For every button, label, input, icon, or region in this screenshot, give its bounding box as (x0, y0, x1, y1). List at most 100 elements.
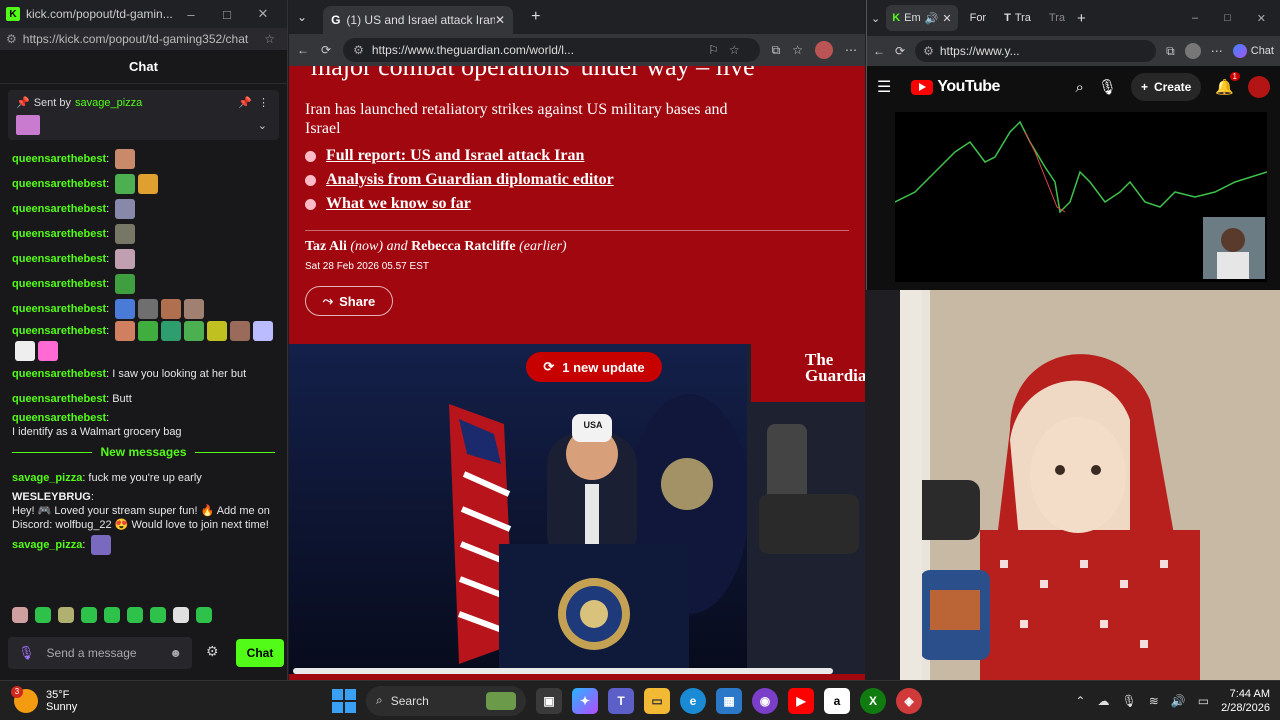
audio-playing-icon[interactable]: 🔊 (925, 12, 939, 25)
profile-avatar-icon[interactable] (1184, 43, 1201, 59)
maximize-icon[interactable]: □ (1224, 12, 1231, 25)
extensions-icon[interactable]: ⧉ (1166, 44, 1175, 59)
more-menu-icon[interactable]: ⋯ (845, 43, 857, 57)
teams-icon[interactable]: T (608, 687, 634, 714)
chat-username[interactable]: queensarethebest (12, 252, 106, 266)
chat-username[interactable]: queensarethebest (12, 152, 106, 166)
close-icon[interactable]: ✕ (1257, 12, 1266, 25)
tab-close-icon[interactable]: ✕ (495, 13, 505, 27)
create-button[interactable]: + Create (1130, 73, 1202, 101)
chat-username[interactable]: queensarethebest (12, 392, 106, 406)
microsoft-store-icon[interactable]: ▦ (716, 687, 742, 714)
reload-icon[interactable]: ⟳ (321, 43, 331, 57)
tab-other[interactable]: Tra (1043, 5, 1071, 31)
microphone-icon[interactable]: 🎙 (1121, 694, 1136, 708)
tab-list-chevron-icon[interactable]: ⌄ (297, 10, 307, 24)
chat-settings-gear-icon[interactable]: ⚙ (206, 643, 219, 660)
emote-button[interactable] (150, 607, 166, 623)
task-view-icon[interactable]: ▣ (536, 687, 562, 714)
tab-close-icon[interactable]: ✕ (942, 12, 951, 25)
chat-username[interactable]: savage_pizza (12, 538, 82, 552)
new-tab-icon[interactable]: + (531, 8, 540, 26)
chat-username[interactable]: queensarethebest (12, 227, 106, 241)
hamburger-menu-icon[interactable]: ☰ (877, 77, 891, 97)
back-arrow-icon[interactable]: ← (873, 44, 885, 58)
chat-username[interactable]: WESLEYBRUG (12, 490, 91, 504)
tab-guardian-article[interactable]: G (1) US and Israel attack Iran as Tru ✕ (323, 6, 514, 34)
chat-message-input[interactable]: 🎙 Send a message ☻ (8, 637, 192, 669)
tab-kick[interactable]: K Em 🔊 ✕ (886, 5, 958, 31)
search-icon[interactable]: ⌕ (1075, 79, 1083, 96)
emote-button[interactable] (173, 607, 189, 623)
youtube-address-bar[interactable]: ⚙ https://www.y... (915, 40, 1157, 62)
site-info-icon[interactable]: ⚙ (353, 43, 364, 57)
microphone-icon[interactable]: 🎙 (18, 645, 35, 661)
site-info-icon[interactable]: ⚙ (6, 32, 17, 46)
minimize-icon[interactable]: – (1192, 12, 1198, 25)
profile-avatar-icon[interactable] (815, 41, 833, 59)
youtube-video-player[interactable] (895, 112, 1267, 282)
windows-start-icon[interactable] (332, 688, 356, 713)
amazon-icon[interactable]: a (824, 687, 850, 714)
youtube-app-icon[interactable]: ▶ (788, 687, 814, 714)
reload-icon[interactable]: ⟳ (895, 44, 905, 58)
wifi-icon[interactable]: ≋ (1149, 694, 1159, 708)
tab-list-chevron-icon[interactable]: ⌄ (871, 12, 880, 25)
microphone-icon[interactable]: 🎙 (1098, 78, 1117, 96)
youtube-logo[interactable]: YouTube (911, 78, 1000, 96)
chat-username[interactable]: queensarethebest (12, 177, 106, 191)
author-name[interactable]: Rebecca Ratcliffe (411, 239, 516, 254)
notifications-bell-icon[interactable]: 🔔 1 (1215, 72, 1240, 96)
taskbar-clock[interactable]: 7:44 AM 2/28/2026 (1221, 687, 1270, 715)
maximize-icon[interactable]: □ (209, 7, 245, 22)
close-icon[interactable]: ✕ (245, 6, 281, 22)
send-chat-button[interactable]: Chat (236, 639, 284, 667)
copilot-app-icon[interactable]: ✦ (572, 687, 598, 714)
back-arrow-icon[interactable]: ← (297, 43, 309, 57)
tray-chevron-icon[interactable]: ⌃ (1075, 694, 1085, 708)
extensions-icon[interactable]: ⧉ (772, 43, 781, 58)
pinned-message[interactable]: 📌 Sent by savage_pizza 📌 ⋮ ⌄ (8, 90, 279, 140)
emote-button[interactable] (127, 607, 143, 623)
pinned-options-icon[interactable]: 📌 ⋮ (238, 96, 269, 109)
kick-url-bar[interactable]: ⚙ https://kick.com/popout/td-gaming352/c… (0, 28, 287, 50)
chat-username[interactable]: savage_pizza (12, 471, 82, 485)
chat-username[interactable]: queensarethebest (12, 277, 106, 291)
obs-icon[interactable]: ◉ (752, 687, 778, 714)
emote-button[interactable] (12, 607, 28, 623)
chat-username[interactable]: queensarethebest (12, 411, 106, 425)
article-link[interactable]: What we know so far (305, 192, 849, 216)
battery-icon[interactable]: ▭ (1198, 694, 1209, 708)
volume-icon[interactable]: 🔊 (1171, 694, 1186, 708)
new-tab-icon[interactable]: + (1077, 10, 1086, 27)
emoji-picker-icon[interactable]: ☻ (169, 646, 182, 660)
chat-username[interactable]: queensarethebest (12, 367, 106, 381)
user-avatar[interactable] (1248, 76, 1270, 98)
more-menu-icon[interactable]: ⋯ (1211, 44, 1223, 58)
chevron-down-icon[interactable]: ⌄ (258, 119, 267, 132)
favorites-icon[interactable]: ☆ (792, 43, 803, 57)
emote-button[interactable] (104, 607, 120, 623)
media-app-icon[interactable]: ◈ (896, 687, 922, 714)
chat-username[interactable]: queensarethebest (12, 202, 106, 216)
author-name[interactable]: Taz Ali (305, 239, 347, 254)
article-link[interactable]: Analysis from Guardian diplomatic editor (305, 168, 849, 192)
new-update-button[interactable]: ⟳ 1 new update (526, 352, 662, 382)
chat-username[interactable]: queensarethebest (12, 324, 106, 338)
site-info-icon[interactable]: ⚙ (923, 44, 934, 58)
article-link[interactable]: Full report: US and Israel attack Iran (305, 144, 849, 168)
horizontal-scrollbar[interactable] (293, 668, 833, 674)
share-button[interactable]: ⤳ Share (305, 286, 393, 316)
chat-username[interactable]: queensarethebest (12, 302, 106, 316)
minimize-icon[interactable]: – (173, 7, 209, 22)
edge-browser-icon[interactable]: e (680, 687, 706, 714)
taskbar-search-box[interactable]: ⌕ Search (366, 685, 526, 716)
copilot-chat-button[interactable]: Chat (1232, 44, 1274, 58)
tab-forbes[interactable]: For (964, 5, 993, 31)
tray-app-icon[interactable]: ☁ (1097, 694, 1109, 708)
xbox-icon[interactable]: X (860, 687, 886, 714)
tab-tradingview[interactable]: T Tra (998, 5, 1037, 31)
bookmark-icon[interactable]: ☆ (264, 32, 275, 46)
guardian-address-bar[interactable]: ⚙ https://www.theguardian.com/world/l...… (343, 38, 760, 62)
emote-button[interactable] (35, 607, 51, 623)
